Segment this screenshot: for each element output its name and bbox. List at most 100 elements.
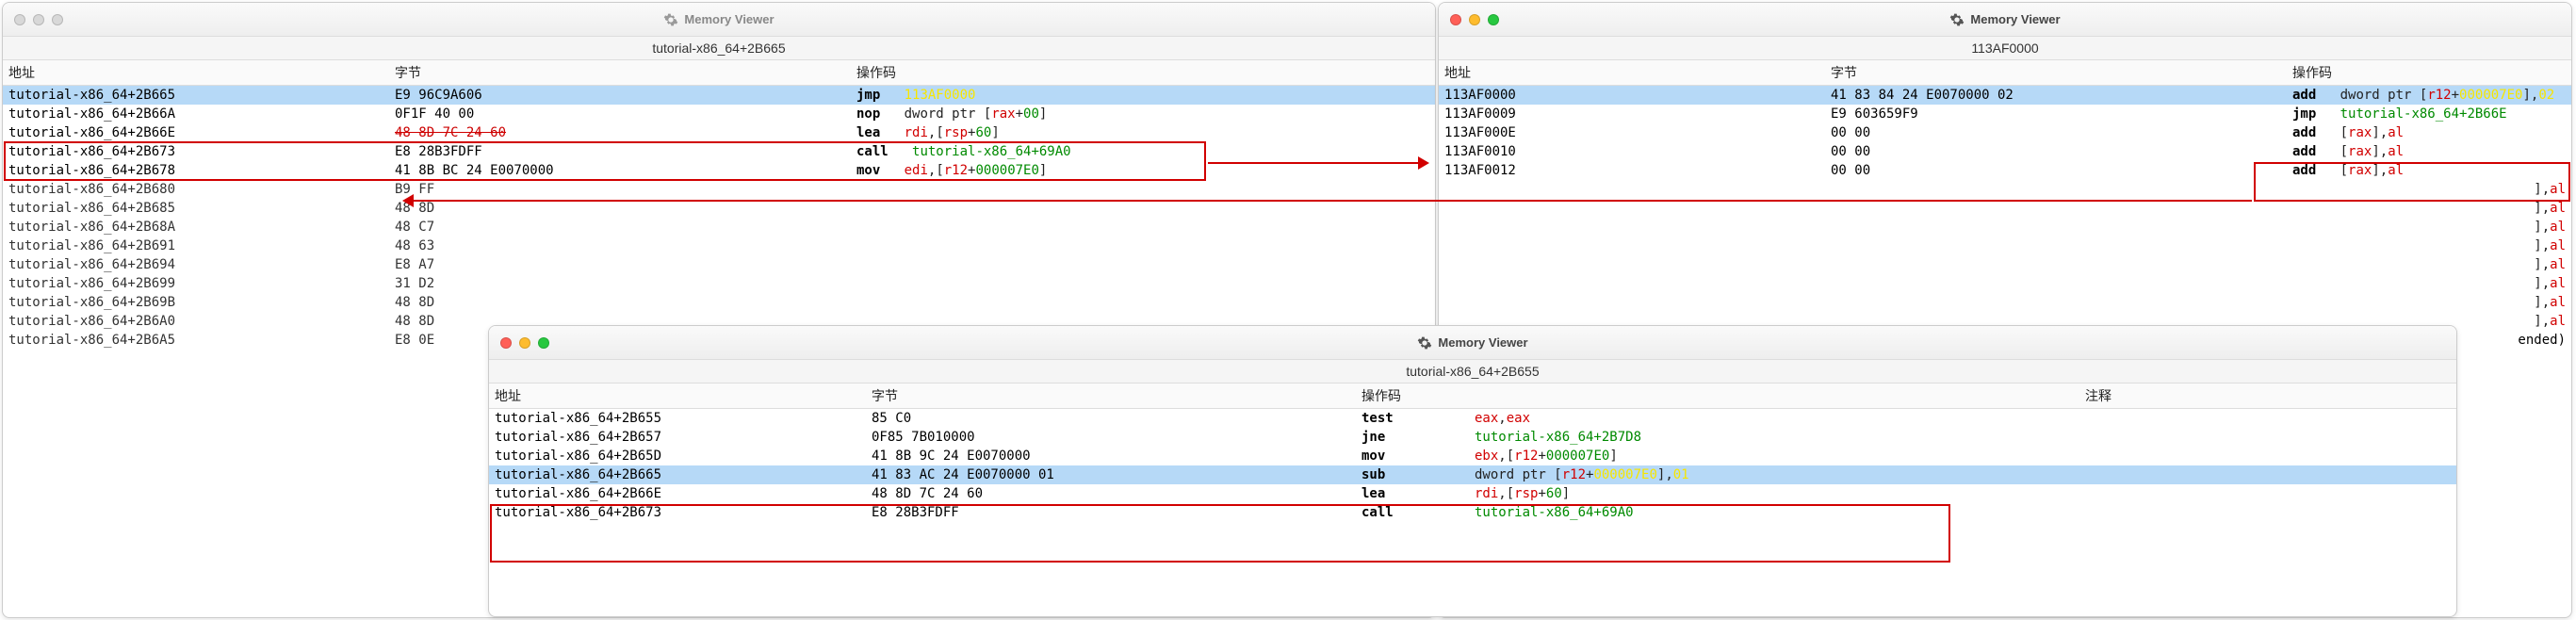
cell-address: tutorial-x86_64+2B691: [3, 237, 389, 255]
gear-icon: [663, 12, 678, 27]
table-row[interactable]: tutorial-x86_64+2B68A48 C7: [3, 218, 1435, 237]
table-row[interactable]: ],al: [1439, 255, 2571, 274]
titlebar[interactable]: Memory Viewer: [3, 3, 1435, 37]
cell-fragment: ],al: [2528, 255, 2571, 274]
table-row[interactable]: tutorial-x86_64+2B673E8 28B3FDFFcalltuto…: [489, 503, 2456, 522]
table-row[interactable]: tutorial-x86_64+2B6570F85 7B010000jnetut…: [489, 428, 2456, 447]
disassembly-list[interactable]: 113AF000041 83 84 24 E0070000 02add dwor…: [1439, 86, 2571, 350]
cell-address: tutorial-x86_64+2B657: [489, 428, 866, 447]
cell-address: tutorial-x86_64+2B655: [489, 409, 866, 428]
header-bytes[interactable]: 字节: [1825, 60, 2287, 85]
cell-bytes: 41 8B 9C 24 E0070000: [866, 447, 1356, 465]
cell-comment: [2079, 447, 2456, 465]
cell-mnemonic: sub: [1356, 465, 1469, 484]
table-row[interactable]: tutorial-x86_64+2B66541 83 AC 24 E007000…: [489, 465, 2456, 484]
table-row[interactable]: ],al: [1439, 218, 2571, 237]
table-row[interactable]: ],al: [1439, 237, 2571, 255]
table-row[interactable]: ],al: [1439, 180, 2571, 199]
cell-fragment: ],al: [2528, 218, 2571, 237]
address-subtitle: tutorial-x86_64+2B665: [3, 37, 1435, 60]
cell-bytes: 85 C0: [866, 409, 1356, 428]
titlebar[interactable]: Memory Viewer: [1439, 3, 2571, 37]
cell-fragment: ],al: [2528, 237, 2571, 255]
table-row[interactable]: tutorial-x86_64+2B680B9 FF: [3, 180, 1435, 199]
header-address[interactable]: 地址: [489, 383, 866, 408]
header-address[interactable]: 地址: [1439, 60, 1825, 85]
table-row[interactable]: ],al: [1439, 274, 2571, 293]
cell-address: tutorial-x86_64+2B69B: [3, 293, 389, 312]
titlebar[interactable]: Memory Viewer: [489, 326, 2456, 360]
cell-comment: [2079, 428, 2456, 447]
header-opcode[interactable]: 操作码: [2287, 60, 2571, 85]
close-icon[interactable]: [1450, 14, 1461, 25]
header-opcode[interactable]: 操作码: [851, 60, 1435, 85]
table-row[interactable]: ],al: [1439, 199, 2571, 218]
cell-comment: [2079, 409, 2456, 428]
table-row[interactable]: tutorial-x86_64+2B694E8 A7: [3, 255, 1435, 274]
table-row[interactable]: tutorial-x86_64+2B69B48 8D: [3, 293, 1435, 312]
table-row[interactable]: tutorial-x86_64+2B65585 C0testeax,eax: [489, 409, 2456, 428]
table-row[interactable]: 113AF000E00 00add [rax],al: [1439, 123, 2571, 142]
zoom-icon[interactable]: [52, 14, 63, 25]
header-opcode[interactable]: 操作码: [1356, 383, 1469, 408]
disassembly-list[interactable]: tutorial-x86_64+2B665E9 96C9A606jmp 113A…: [3, 86, 1435, 350]
table-row[interactable]: tutorial-x86_64+2B66E48 8D 7C 24 60lea r…: [3, 123, 1435, 142]
table-row[interactable]: tutorial-x86_64+2B665E9 96C9A606jmp 113A…: [3, 86, 1435, 105]
minimize-icon[interactable]: [519, 337, 530, 349]
cell-address: tutorial-x86_64+2B66E: [489, 484, 866, 503]
cell-opcode: call tutorial-x86_64+69A0: [851, 142, 1435, 161]
memory-viewer-window-bottom[interactable]: Memory Viewer tutorial-x86_64+2B655 地址 字…: [488, 325, 2457, 617]
cell-bytes: E8 A7: [389, 255, 851, 274]
cell-mnemonic: lea: [1356, 484, 1469, 503]
cell-opcode: nop dword ptr [rax+00]: [851, 105, 1435, 123]
zoom-icon[interactable]: [538, 337, 549, 349]
header-args[interactable]: [1469, 383, 2079, 408]
table-row[interactable]: tutorial-x86_64+2B66E48 8D 7C 24 60leard…: [489, 484, 2456, 503]
cell-bytes: 41 83 84 24 E0070000 02: [1825, 86, 2287, 105]
cell-address: tutorial-x86_64+2B6A0: [3, 312, 389, 331]
cell-fragment: ],al: [2528, 199, 2571, 218]
close-icon[interactable]: [500, 337, 512, 349]
minimize-icon[interactable]: [33, 14, 44, 25]
table-row[interactable]: 113AF0009E9 603659F9jmp tutorial-x86_64+…: [1439, 105, 2571, 123]
table-row[interactable]: tutorial-x86_64+2B69931 D2: [3, 274, 1435, 293]
cell-bytes: E9 603659F9: [1825, 105, 2287, 123]
table-row[interactable]: tutorial-x86_64+2B65D41 8B 9C 24 E007000…: [489, 447, 2456, 465]
disassembly-list[interactable]: tutorial-x86_64+2B65585 C0testeax,eaxtut…: [489, 409, 2456, 522]
minimize-icon[interactable]: [1469, 14, 1480, 25]
header-bytes[interactable]: 字节: [866, 383, 1356, 408]
cell-bytes: 48 8D: [389, 199, 851, 218]
cell-opcode: add [rax],al: [2287, 161, 2571, 180]
table-row[interactable]: tutorial-x86_64+2B67841 8B BC 24 E007000…: [3, 161, 1435, 180]
header-bytes[interactable]: 字节: [389, 60, 851, 85]
table-row[interactable]: 113AF000041 83 84 24 E0070000 02add dwor…: [1439, 86, 2571, 105]
table-row[interactable]: tutorial-x86_64+2B66A0F1F 40 00nop dword…: [3, 105, 1435, 123]
cell-comment: [2079, 503, 2456, 522]
cell-bytes: 48 8D 7C 24 60: [389, 123, 851, 142]
table-row[interactable]: tutorial-x86_64+2B673E8 28B3FDFFcall tut…: [3, 142, 1435, 161]
table-row[interactable]: 113AF001200 00add [rax],al: [1439, 161, 2571, 180]
cell-operands: dword ptr [r12+000007E0],01: [1469, 465, 2079, 484]
cell-comment: [2079, 465, 2456, 484]
cell-opcode: add dword ptr [r12+000007E0],02: [2287, 86, 2571, 105]
table-row[interactable]: 113AF001000 00add [rax],al: [1439, 142, 2571, 161]
cell-bytes: 31 D2: [389, 274, 851, 293]
cell-bytes: 48 8D: [389, 293, 851, 312]
zoom-icon[interactable]: [1488, 14, 1499, 25]
cell-bytes: 00 00: [1825, 142, 2287, 161]
close-icon[interactable]: [14, 14, 25, 25]
cell-bytes: E9 96C9A606: [389, 86, 851, 105]
table-row[interactable]: tutorial-x86_64+2B69148 63: [3, 237, 1435, 255]
address-subtitle: tutorial-x86_64+2B655: [489, 360, 2456, 383]
cell-bytes: 0F1F 40 00: [389, 105, 851, 123]
header-comment[interactable]: 注释: [2079, 383, 2456, 408]
cell-fragment: ],al: [2528, 312, 2571, 331]
window-title: Memory Viewer: [1970, 12, 2060, 26]
table-row[interactable]: tutorial-x86_64+2B68548 8D: [3, 199, 1435, 218]
header-address[interactable]: 地址: [3, 60, 389, 85]
table-row[interactable]: ],al: [1439, 293, 2571, 312]
traffic-lights: [489, 337, 549, 349]
cell-address: tutorial-x86_64+2B66A: [3, 105, 389, 123]
window-title: Memory Viewer: [684, 12, 774, 26]
cell-address: tutorial-x86_64+2B694: [3, 255, 389, 274]
